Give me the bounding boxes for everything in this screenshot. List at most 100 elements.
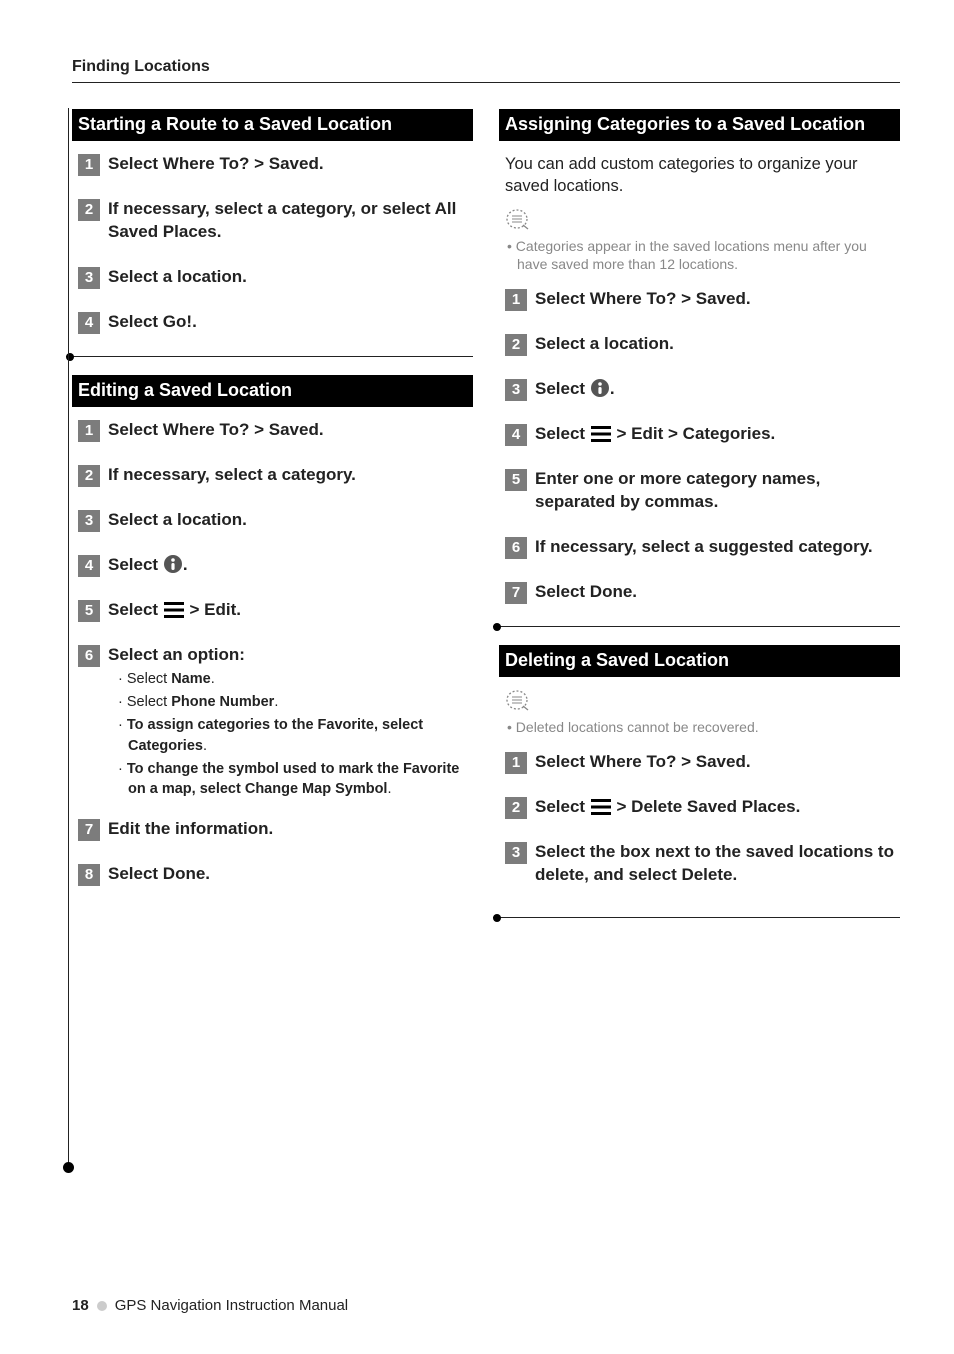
step-text: Select Done. (535, 581, 637, 604)
footer-bullet-icon (97, 1301, 107, 1311)
step-text: Select Where To? > Saved. (535, 288, 751, 311)
step-text: Enter one or more category names, separa… (535, 468, 900, 514)
step-3: 3 Select the box next to the saved locat… (499, 841, 900, 887)
step-3: 3 Select a location. (72, 266, 473, 289)
step-3: 3 Select a location. (72, 509, 473, 532)
sub-item: To assign categories to the Favorite, se… (116, 715, 473, 756)
step-text: Select Go!. (108, 311, 197, 334)
step-4: 4 Select . (72, 554, 473, 577)
intro-text: You can add custom categories to organiz… (499, 153, 900, 198)
left-column: Starting a Route to a Saved Location 1 S… (72, 109, 473, 936)
info-icon (590, 378, 610, 398)
step-text: Select > Delete Saved Places. (535, 796, 800, 819)
step-text: Select a location. (108, 509, 247, 532)
step-badge: 6 (505, 537, 527, 559)
step-badge: 4 (78, 312, 100, 334)
section-separator (66, 356, 473, 357)
section-header: Finding Locations (72, 58, 900, 76)
title-assigning-categories: Assigning Categories to a Saved Location (499, 109, 900, 141)
step-text: Select a location. (108, 266, 247, 289)
step-1: 1 Select Where To? > Saved. (72, 419, 473, 442)
step-badge: 5 (78, 600, 100, 622)
step-badge: 2 (78, 465, 100, 487)
section-separator (493, 917, 900, 918)
step-text: Select . (108, 554, 188, 577)
step-text: Select the box next to the saved locatio… (535, 841, 900, 887)
step-text: Select > Edit. (108, 599, 241, 622)
menu-icon (590, 425, 612, 443)
step-badge: 3 (505, 379, 527, 401)
step-7: 7 Select Done. (499, 581, 900, 604)
step-2: 2 If necessary, select a category, or se… (72, 198, 473, 244)
step-badge: 3 (78, 267, 100, 289)
step-6: 6 If necessary, select a suggested categ… (499, 536, 900, 559)
step-6: 6 Select an option: (72, 644, 473, 667)
step-5: 5 Select > Edit. (72, 599, 473, 622)
step-4: 4 Select Go!. (72, 311, 473, 334)
step-badge: 4 (78, 555, 100, 577)
title-deleting-location: Deleting a Saved Location (499, 645, 900, 677)
step-badge: 1 (78, 154, 100, 176)
step-badge: 7 (78, 819, 100, 841)
step-5: 5 Enter one or more category names, sepa… (499, 468, 900, 514)
title-starting-route: Starting a Route to a Saved Location (72, 109, 473, 141)
page-number: 18 (72, 1297, 89, 1314)
menu-icon (163, 601, 185, 619)
note-text: Categories appear in the saved locations… (505, 237, 900, 275)
step-text: Edit the information. (108, 818, 273, 841)
step-badge: 2 (505, 334, 527, 356)
note-text: Deleted locations cannot be recovered. (505, 718, 900, 737)
section-separator (493, 626, 900, 627)
step-7: 7 Edit the information. (72, 818, 473, 841)
step-badge: 3 (78, 510, 100, 532)
note-block: Categories appear in the saved locations… (499, 208, 900, 275)
step-badge: 3 (505, 842, 527, 864)
step-2: 2 Select a location. (499, 333, 900, 356)
margin-line (68, 108, 69, 1168)
step-badge: 2 (78, 199, 100, 221)
step-badge: 1 (78, 420, 100, 442)
step-8: 8 Select Done. (72, 863, 473, 886)
note-icon (505, 689, 531, 713)
step-badge: 7 (505, 582, 527, 604)
step-text: Select Where To? > Saved. (535, 751, 751, 774)
header-rule (72, 82, 900, 83)
menu-icon (590, 798, 612, 816)
step-2: 2 If necessary, select a category. (72, 464, 473, 487)
option-sublist: Select Name. Select Phone Number. To ass… (72, 669, 473, 800)
step-badge: 8 (78, 864, 100, 886)
step-text: If necessary, select a suggested categor… (535, 536, 873, 559)
sub-item: Select Name. (116, 669, 473, 689)
step-4: 4 Select > Edit > Categories. (499, 423, 900, 446)
step-badge: 5 (505, 469, 527, 491)
sub-item: To change the symbol used to mark the Fa… (116, 759, 473, 800)
step-text: Select Where To? > Saved. (108, 419, 324, 442)
step-text: Select Done. (108, 863, 210, 886)
margin-dot (63, 1162, 74, 1173)
step-text: Select an option: (108, 644, 245, 667)
step-1: 1 Select Where To? > Saved. (499, 288, 900, 311)
step-text: Select a location. (535, 333, 674, 356)
step-text: Select > Edit > Categories. (535, 423, 775, 446)
step-1: 1 Select Where To? > Saved. (72, 153, 473, 176)
info-icon (163, 554, 183, 574)
step-text: If necessary, select a category. (108, 464, 356, 487)
step-badge: 1 (505, 289, 527, 311)
page-footer: 18 GPS Navigation Instruction Manual (72, 1297, 348, 1314)
right-column: Assigning Categories to a Saved Location… (499, 109, 900, 936)
step-text: If necessary, select a category, or sele… (108, 198, 473, 244)
step-badge: 1 (505, 752, 527, 774)
note-block: Deleted locations cannot be recovered. (499, 689, 900, 737)
step-badge: 6 (78, 645, 100, 667)
step-text: Select . (535, 378, 615, 401)
sub-item: Select Phone Number. (116, 692, 473, 712)
step-badge: 4 (505, 424, 527, 446)
step-badge: 2 (505, 797, 527, 819)
note-icon (505, 208, 531, 232)
step-1: 1 Select Where To? > Saved. (499, 751, 900, 774)
step-2: 2 Select > Delete Saved Places. (499, 796, 900, 819)
footer-title: GPS Navigation Instruction Manual (115, 1297, 348, 1314)
step-text: Select Where To? > Saved. (108, 153, 324, 176)
title-editing-location: Editing a Saved Location (72, 375, 473, 407)
step-3: 3 Select . (499, 378, 900, 401)
